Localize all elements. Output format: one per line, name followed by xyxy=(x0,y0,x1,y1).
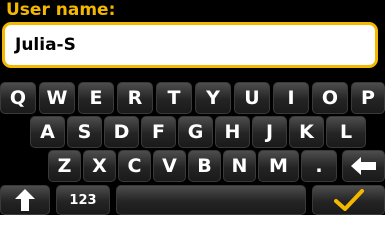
key-l[interactable]: L xyxy=(326,116,366,148)
shift-button[interactable] xyxy=(0,185,50,215)
key-i[interactable]: I xyxy=(273,82,309,114)
key-f[interactable]: F xyxy=(141,116,176,148)
backspace-button[interactable] xyxy=(342,150,385,182)
confirm-button[interactable] xyxy=(312,185,385,215)
key-q[interactable]: Q xyxy=(0,82,36,114)
key-h[interactable]: H xyxy=(215,116,250,148)
keyboard-screen: User name: Julia-S Q W E R T Y U I O P A… xyxy=(0,0,385,215)
up-arrow-icon xyxy=(15,189,35,211)
key-v[interactable]: V xyxy=(153,150,186,182)
username-input[interactable]: Julia-S xyxy=(2,22,378,68)
key-a[interactable]: A xyxy=(30,116,65,148)
checkmark-icon xyxy=(333,189,364,211)
key-m[interactable]: M xyxy=(258,150,299,182)
key-c[interactable]: C xyxy=(118,150,151,182)
left-arrow-icon xyxy=(350,157,377,175)
key-e[interactable]: E xyxy=(78,82,114,114)
key-x[interactable]: X xyxy=(83,150,116,182)
key-period[interactable]: . xyxy=(301,150,337,182)
key-z[interactable]: Z xyxy=(48,150,81,182)
key-w[interactable]: W xyxy=(39,82,75,114)
key-d[interactable]: D xyxy=(104,116,139,148)
key-t[interactable]: T xyxy=(156,82,192,114)
key-n[interactable]: N xyxy=(223,150,256,182)
numbers-button[interactable]: 123 xyxy=(56,185,110,215)
key-g[interactable]: G xyxy=(178,116,213,148)
username-value: Julia-S xyxy=(15,35,76,55)
key-p[interactable]: P xyxy=(351,82,385,114)
key-o[interactable]: O xyxy=(312,82,348,114)
space-bar[interactable] xyxy=(116,185,306,215)
key-k[interactable]: K xyxy=(289,116,324,148)
key-s[interactable]: S xyxy=(67,116,102,148)
key-y[interactable]: Y xyxy=(195,82,231,114)
key-j[interactable]: J xyxy=(252,116,287,148)
key-b[interactable]: B xyxy=(188,150,221,182)
key-u[interactable]: U xyxy=(234,82,270,114)
key-r[interactable]: R xyxy=(117,82,153,114)
page-title: User name: xyxy=(6,0,116,20)
